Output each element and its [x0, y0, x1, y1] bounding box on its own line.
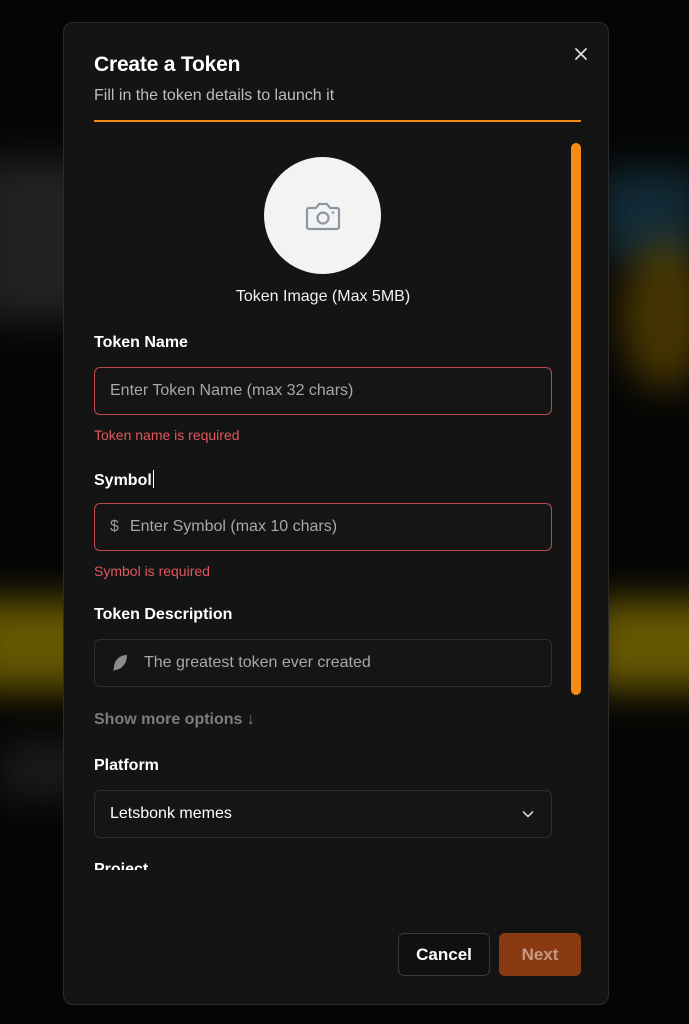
- token-name-label: Token Name: [94, 334, 188, 351]
- chevron-down-icon: [522, 811, 534, 818]
- close-icon[interactable]: [570, 43, 592, 65]
- token-name-input[interactable]: Enter Token Name (max 32 chars): [94, 367, 552, 415]
- create-token-modal: Create a Token Fill in the token details…: [63, 22, 609, 1005]
- symbol-error: Symbol is required: [94, 563, 210, 579]
- header-divider: [94, 120, 581, 122]
- next-button[interactable]: Next: [499, 933, 581, 976]
- symbol-label-wrap: Symbol: [94, 470, 154, 490]
- description-label: Token Description: [94, 606, 233, 623]
- feather-icon: [113, 655, 127, 671]
- show-more-options[interactable]: Show more options ↓: [94, 711, 255, 729]
- token-name-placeholder: Enter Token Name (max 32 chars): [110, 382, 354, 399]
- description-input[interactable]: The greatest token ever created: [94, 639, 552, 687]
- platform-value: Letsbonk memes: [110, 805, 232, 822]
- scrollbar[interactable]: [571, 143, 581, 695]
- token-image-label: Token Image (Max 5MB): [235, 288, 411, 305]
- platform-select[interactable]: Letsbonk memes: [94, 790, 552, 838]
- symbol-label: Symbol: [94, 472, 152, 489]
- text-cursor: [152, 470, 154, 488]
- token-image-upload[interactable]: [264, 157, 381, 274]
- modal-subtitle: Fill in the token details to launch it: [94, 87, 335, 104]
- cancel-button[interactable]: Cancel: [398, 933, 490, 976]
- platform-label: Platform: [94, 757, 159, 774]
- description-placeholder: The greatest token ever created: [144, 654, 371, 671]
- modal-title: Create a Token: [94, 53, 241, 76]
- camera-icon: [305, 202, 340, 230]
- token-name-error: Token name is required: [94, 427, 240, 443]
- symbol-input[interactable]: $ Enter Symbol (max 10 chars): [94, 503, 552, 551]
- symbol-placeholder: Enter Symbol (max 10 chars): [129, 518, 338, 535]
- dollar-prefix: $: [110, 518, 119, 535]
- project-label-cut: Project: [94, 861, 149, 870]
